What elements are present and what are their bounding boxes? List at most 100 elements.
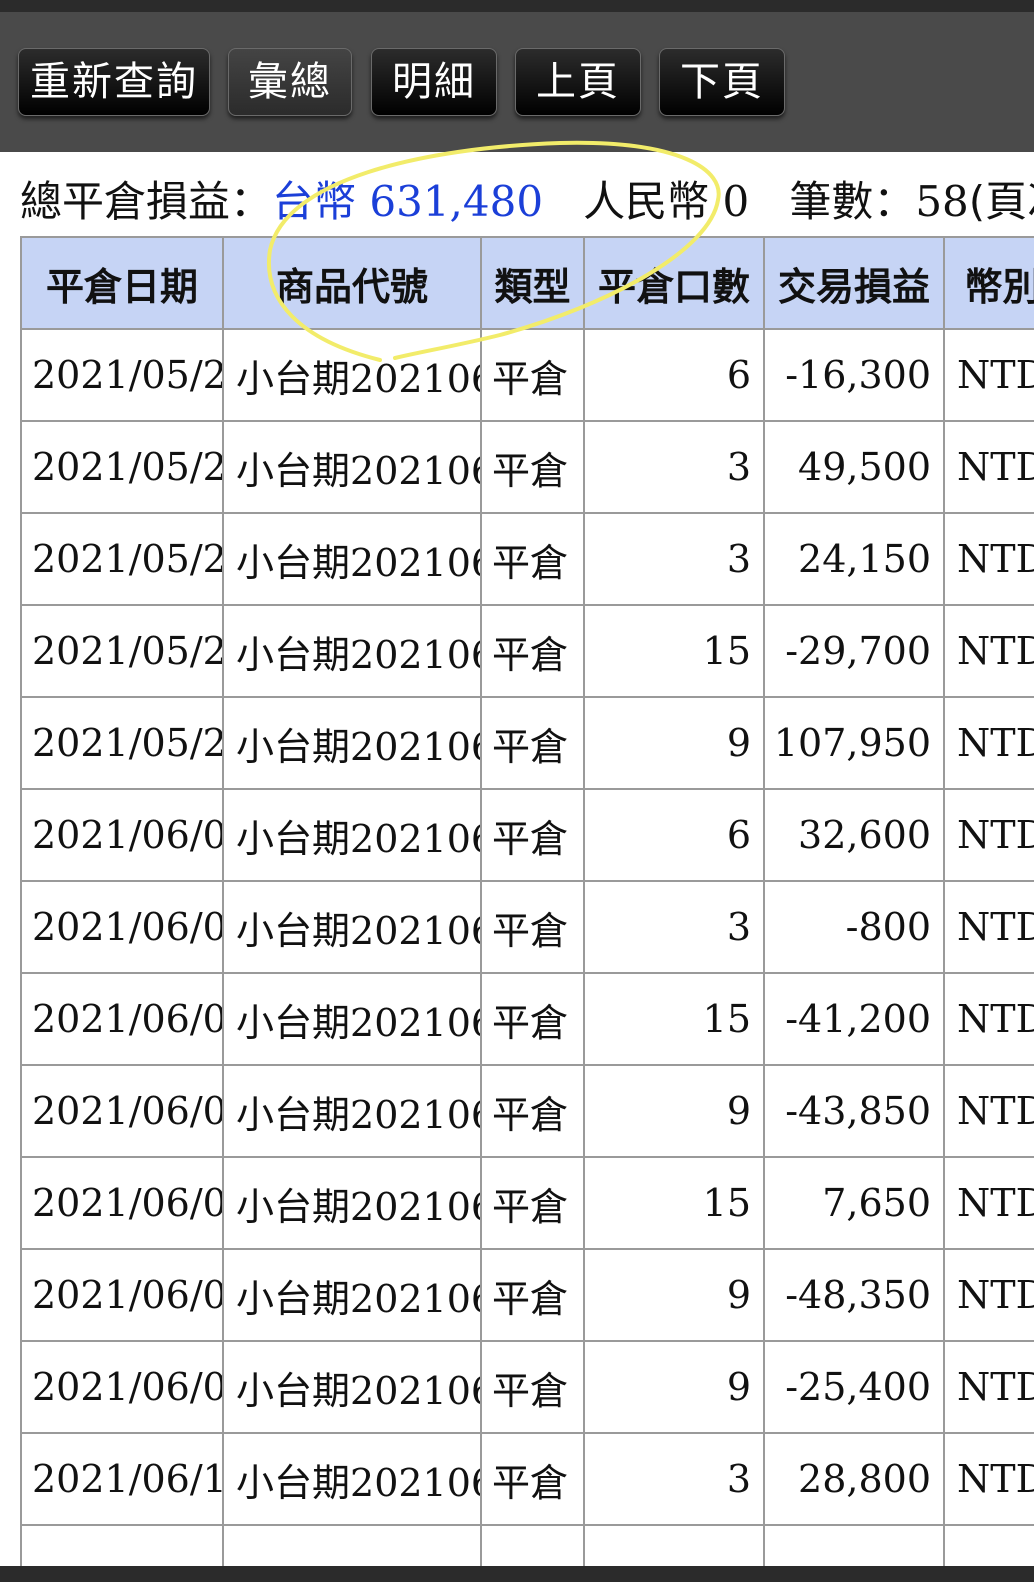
table-row[interactable]: 2021/05/28小台期202106平倉9107,950NTD xyxy=(20,696,1034,790)
requery-button[interactable]: 重新查詢 xyxy=(18,48,210,116)
close-date-cell: 2021/05/28 xyxy=(20,696,224,790)
next-page-button[interactable]: 下頁 xyxy=(659,48,785,116)
table-row[interactable]: 2021/06/11小台期202106平倉328,800NTD xyxy=(20,1432,1034,1526)
summary-label: 總平倉損益： xyxy=(20,177,273,226)
currency-cell: NTD xyxy=(943,1064,1034,1158)
currency-cell: NTD xyxy=(943,420,1034,514)
close-qty-cell: 15 xyxy=(583,604,765,698)
table-row[interactable] xyxy=(20,1524,1034,1566)
type-cell: 平倉 xyxy=(480,788,585,882)
closed-positions-table: 平倉日期 商品代號 類型 平倉口數 交易損益 幣別 2021/05/24小台期2… xyxy=(20,236,1034,1566)
trade-pl-cell: -43,850 xyxy=(763,1064,945,1158)
table-row[interactable]: 2021/06/08小台期202106平倉9-48,350NTD xyxy=(20,1248,1034,1342)
product-contract: 202106 xyxy=(350,632,481,677)
product-name: 小台期 xyxy=(236,448,351,493)
header-type: 類型 xyxy=(480,236,585,330)
trade-pl-cell: -800 xyxy=(763,880,945,974)
close-date-cell xyxy=(20,1524,224,1566)
close-date-cell: 2021/06/01 xyxy=(20,788,224,882)
currency-cell: NTD xyxy=(943,1340,1034,1434)
close-date-cell: 2021/06/03 xyxy=(20,972,224,1066)
product-name: 小台期 xyxy=(236,1368,351,1413)
table-row[interactable]: 2021/06/07小台期202106平倉157,650NTD xyxy=(20,1156,1034,1250)
detail-button[interactable]: 明細 xyxy=(371,48,497,116)
product-code-cell: 小台期202106 xyxy=(222,420,482,514)
header-trade-pl: 交易損益 xyxy=(763,236,945,330)
product-code-cell xyxy=(222,1524,482,1566)
product-name: 小台期 xyxy=(236,1092,351,1137)
summary-button[interactable]: 彙總 xyxy=(228,48,352,116)
table-row[interactable]: 2021/05/24小台期202106平倉6-16,300NTD xyxy=(20,328,1034,422)
currency-cell: NTD xyxy=(943,696,1034,790)
trade-pl-cell: 107,950 xyxy=(763,696,945,790)
table-row[interactable]: 2021/06/03小台期202106平倉15-41,200NTD xyxy=(20,972,1034,1066)
trade-pl-cell: 32,600 xyxy=(763,788,945,882)
product-name: 小台期 xyxy=(236,724,351,769)
product-code-cell: 小台期202106 xyxy=(222,512,482,606)
prev-page-button[interactable]: 上頁 xyxy=(515,48,641,116)
table-row[interactable]: 2021/06/04小台期202106平倉9-43,850NTD xyxy=(20,1064,1034,1158)
product-name: 小台期 xyxy=(236,540,351,585)
rmb-total-value: 0 xyxy=(722,177,750,226)
record-count-label: 筆數： xyxy=(789,177,916,226)
currency-cell: NTD xyxy=(943,1156,1034,1250)
product-code-cell: 小台期202106 xyxy=(222,604,482,698)
product-contract: 202106 xyxy=(350,908,481,953)
trade-pl-cell: -29,700 xyxy=(763,604,945,698)
product-name: 小台期 xyxy=(236,1276,351,1321)
table-row[interactable]: 2021/06/01小台期202106平倉632,600NTD xyxy=(20,788,1034,882)
close-qty-cell: 3 xyxy=(583,420,765,514)
status-strip xyxy=(0,0,1034,12)
table-row[interactable]: 2021/06/09小台期202106平倉9-25,400NTD xyxy=(20,1340,1034,1434)
product-contract: 202106 xyxy=(350,1000,481,1045)
pl-summary: 總平倉損益：台幣 631,480 人民幣 0 筆數：58(頁次 xyxy=(20,172,1034,232)
close-qty-cell: 6 xyxy=(583,788,765,882)
close-qty-cell: 3 xyxy=(583,1432,765,1526)
table-row[interactable]: 2021/05/25小台期202106平倉349,500NTD xyxy=(20,420,1034,514)
type-cell: 平倉 xyxy=(480,420,585,514)
header-close-qty: 平倉口數 xyxy=(583,236,765,330)
type-cell: 平倉 xyxy=(480,1248,585,1342)
table-row[interactable]: 2021/05/27小台期202106平倉15-29,700NTD xyxy=(20,604,1034,698)
type-cell: 平倉 xyxy=(480,1340,585,1434)
product-contract: 202106 xyxy=(350,356,481,401)
close-date-cell: 2021/05/26 xyxy=(20,512,224,606)
currency-cell: NTD xyxy=(943,604,1034,698)
product-code-cell: 小台期202106 xyxy=(222,972,482,1066)
close-qty-cell: 15 xyxy=(583,1156,765,1250)
close-qty-cell: 9 xyxy=(583,1064,765,1158)
product-contract: 202106 xyxy=(350,1460,481,1505)
currency-cell: NTD xyxy=(943,972,1034,1066)
product-contract: 202106 xyxy=(350,1184,481,1229)
close-date-cell: 2021/06/08 xyxy=(20,1248,224,1342)
product-name: 小台期 xyxy=(236,908,351,953)
product-contract: 202106 xyxy=(350,540,481,585)
close-date-cell: 2021/05/24 xyxy=(20,328,224,422)
currency-cell: NTD xyxy=(943,512,1034,606)
trade-pl-cell: -41,200 xyxy=(763,972,945,1066)
product-code-cell: 小台期202106 xyxy=(222,1156,482,1250)
trade-pl-cell: -25,400 xyxy=(763,1340,945,1434)
trade-pl-cell: 24,150 xyxy=(763,512,945,606)
product-name: 小台期 xyxy=(236,1184,351,1229)
rmb-label: 人民幣 xyxy=(583,177,710,226)
product-name: 小台期 xyxy=(236,1000,351,1045)
twd-label: 台幣 xyxy=(272,177,357,226)
type-cell: 平倉 xyxy=(480,512,585,606)
product-code-cell: 小台期202106 xyxy=(222,788,482,882)
currency-cell: NTD xyxy=(943,880,1034,974)
closed-positions-table-wrap[interactable]: 平倉日期 商品代號 類型 平倉口數 交易損益 幣別 2021/05/24小台期2… xyxy=(20,236,1034,1566)
product-code-cell: 小台期202106 xyxy=(222,880,482,974)
close-qty-cell: 15 xyxy=(583,972,765,1066)
close-date-cell: 2021/06/11 xyxy=(20,1432,224,1526)
trade-pl-cell: -48,350 xyxy=(763,1248,945,1342)
currency-cell: NTD xyxy=(943,328,1034,422)
currency-cell xyxy=(943,1524,1034,1566)
close-date-cell: 2021/06/09 xyxy=(20,1340,224,1434)
close-date-cell: 2021/06/04 xyxy=(20,1064,224,1158)
table-row[interactable]: 2021/06/02小台期202106平倉3-800NTD xyxy=(20,880,1034,974)
product-name: 小台期 xyxy=(236,816,351,861)
table-row[interactable]: 2021/05/26小台期202106平倉324,150NTD xyxy=(20,512,1034,606)
toolbar: 重新查詢 彙總 明細 上頁 下頁 xyxy=(0,12,1034,152)
product-code-cell: 小台期202106 xyxy=(222,696,482,790)
